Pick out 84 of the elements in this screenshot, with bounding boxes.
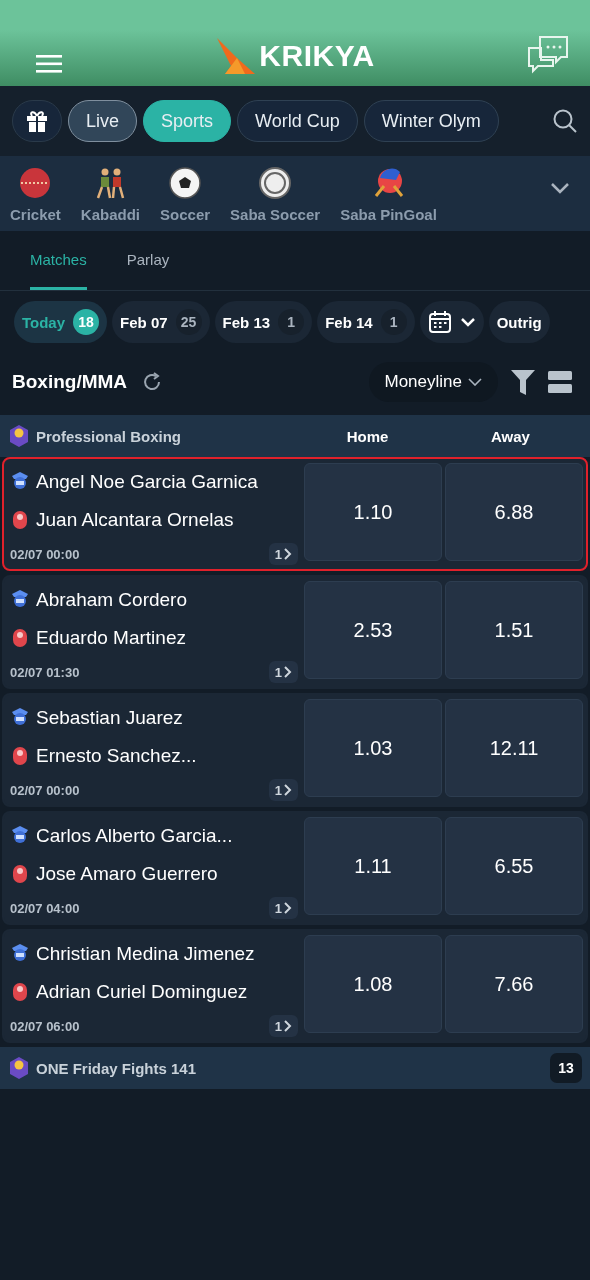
- sport-icon: [168, 166, 203, 200]
- more-markets-button[interactable]: 1: [268, 779, 298, 801]
- more-markets-button[interactable]: 1: [268, 543, 298, 565]
- away-team-icon: [10, 745, 30, 767]
- nav-tab[interactable]: World Cup: [237, 100, 358, 142]
- sport-item[interactable]: Saba Soccer: [230, 166, 321, 223]
- odds-button[interactable]: 1.11: [304, 817, 442, 915]
- date-chip[interactable]: Today 18: [14, 301, 108, 343]
- sub-tab[interactable]: Parlay: [126, 231, 170, 290]
- column-header: Away: [490, 427, 531, 445]
- chevron-down-icon[interactable]: [550, 182, 570, 194]
- match-time: 02/07 06:00: [10, 1018, 80, 1034]
- trophy-icon: [8, 424, 30, 448]
- team-name: Abraham Cordero: [36, 589, 188, 611]
- odds-button[interactable]: 6.88: [445, 463, 583, 561]
- logo-text: KRIKYA: [259, 39, 375, 73]
- match-time: 02/07 01:30: [10, 664, 80, 680]
- team-name: Sebastian Juarez: [36, 707, 183, 729]
- chevron-right-icon: [284, 902, 292, 914]
- gift-icon: [25, 109, 49, 133]
- chevron-right-icon: [284, 1020, 292, 1032]
- calendar-button[interactable]: [419, 301, 484, 343]
- layout-icon[interactable]: [548, 370, 572, 394]
- date-chip[interactable]: Outrig: [488, 301, 550, 343]
- more-markets-button[interactable]: 1: [268, 897, 298, 919]
- menu-icon[interactable]: [36, 54, 64, 74]
- match-time: 02/07 04:00: [10, 900, 80, 916]
- chevron-down-icon: [459, 317, 476, 327]
- odds-button[interactable]: 1.51: [445, 581, 583, 679]
- more-markets-button[interactable]: 1: [268, 661, 298, 683]
- match-time: 02/07 00:00: [10, 782, 80, 798]
- team-name: Christian Medina Jimenez: [36, 943, 255, 965]
- chat-icon[interactable]: [526, 34, 570, 74]
- odds-button[interactable]: 1.03: [304, 699, 442, 797]
- chevron-right-icon: [284, 548, 292, 560]
- away-team-icon: [10, 509, 30, 531]
- date-chip[interactable]: Feb 13 1: [214, 301, 313, 343]
- odds-button[interactable]: 12.11: [445, 699, 583, 797]
- count-badge: 1: [278, 309, 305, 335]
- sport-item[interactable]: Cricket: [10, 166, 61, 223]
- calendar-icon: [427, 310, 452, 334]
- odds-button[interactable]: 7.66: [445, 935, 583, 1033]
- team-name: Juan Alcantara Ornelas: [36, 509, 234, 531]
- filter-icon[interactable]: [510, 368, 536, 396]
- count-badge: 13: [550, 1053, 582, 1083]
- odds-button[interactable]: 6.55: [445, 817, 583, 915]
- bird-icon: [215, 38, 256, 74]
- team-name: Eduardo Martinez: [36, 627, 186, 649]
- sport-icon: [258, 166, 293, 200]
- section-title: Boxing/MMA: [12, 371, 128, 393]
- match-time: 02/07 00:00: [10, 546, 80, 562]
- column-header: Home: [345, 427, 390, 445]
- trophy-icon: [8, 1056, 30, 1080]
- sport-item[interactable]: Kabaddi: [80, 166, 141, 223]
- more-markets-button[interactable]: 1: [268, 1015, 298, 1037]
- count-badge: 18: [73, 309, 100, 335]
- sport-item[interactable]: Saba PinGoal: [340, 166, 437, 223]
- sub-tab[interactable]: Matches: [30, 231, 87, 290]
- team-name: Jose Amaro Guerrero: [36, 863, 218, 885]
- team-name: Adrian Curiel Dominguez: [36, 981, 248, 1003]
- count-badge: 25: [175, 309, 202, 335]
- sport-item[interactable]: Soccer: [160, 166, 211, 223]
- nav-tab[interactable]: Live: [68, 100, 138, 142]
- away-team-icon: [10, 981, 30, 1003]
- league-name: ONE Friday Fights 141: [36, 1059, 198, 1077]
- date-chip[interactable]: Feb 14 1: [317, 301, 415, 343]
- odds-button[interactable]: 1.10: [304, 463, 442, 561]
- team-name: Angel Noe Garcia Garnica: [36, 471, 258, 493]
- away-team-icon: [10, 627, 30, 649]
- chevron-right-icon: [284, 784, 292, 796]
- team-name: Ernesto Sanchez...: [36, 745, 197, 767]
- nav-tab[interactable]: Winter Olym: [363, 100, 499, 142]
- odds-button[interactable]: 2.53: [304, 581, 442, 679]
- team-name: Carlos Alberto Garcia...: [36, 825, 233, 847]
- date-chip[interactable]: Feb 07 25: [112, 301, 210, 343]
- odds-button[interactable]: 1.08: [304, 935, 442, 1033]
- market-dropdown[interactable]: Moneyline: [368, 362, 498, 402]
- gift-button[interactable]: [12, 100, 62, 142]
- chevron-right-icon: [284, 666, 292, 678]
- league-name: Professional Boxing: [36, 427, 183, 445]
- sport-icon: [18, 166, 53, 200]
- chevron-down-icon: [468, 378, 482, 386]
- count-badge: 1: [380, 309, 407, 335]
- away-team-icon: [10, 863, 30, 885]
